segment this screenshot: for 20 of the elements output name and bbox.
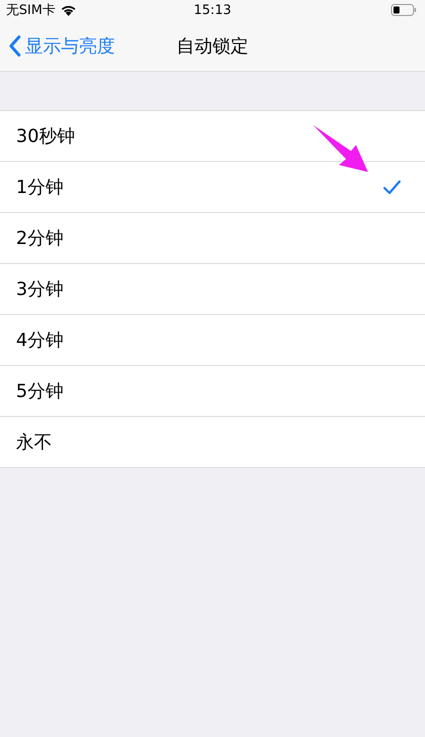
option-label: 永不 (16, 431, 52, 454)
option-label: 1分钟 (16, 176, 64, 199)
option-row[interactable]: 5分钟 (0, 366, 425, 417)
option-label: 2分钟 (16, 227, 64, 250)
option-row[interactable]: 永不 (0, 417, 425, 467)
carrier-text: 无SIM卡 (6, 2, 56, 19)
option-row[interactable]: 3分钟 (0, 264, 425, 315)
back-button[interactable]: 显示与亮度 (0, 34, 115, 58)
option-row[interactable]: 4分钟 (0, 315, 425, 366)
option-label: 4分钟 (16, 329, 64, 352)
option-label: 5分钟 (16, 380, 64, 403)
option-row[interactable]: 2分钟 (0, 213, 425, 264)
arrow-drawing (312, 124, 370, 174)
clock-time: 15:13 (194, 2, 232, 18)
chevron-icon (9, 34, 21, 56)
page-title: 自动锁定 (176, 34, 248, 58)
battery-icon (391, 4, 417, 16)
wifi-icon (60, 4, 78, 16)
option-label: 3分钟 (16, 278, 64, 301)
option-label: 30秒钟 (16, 125, 75, 148)
